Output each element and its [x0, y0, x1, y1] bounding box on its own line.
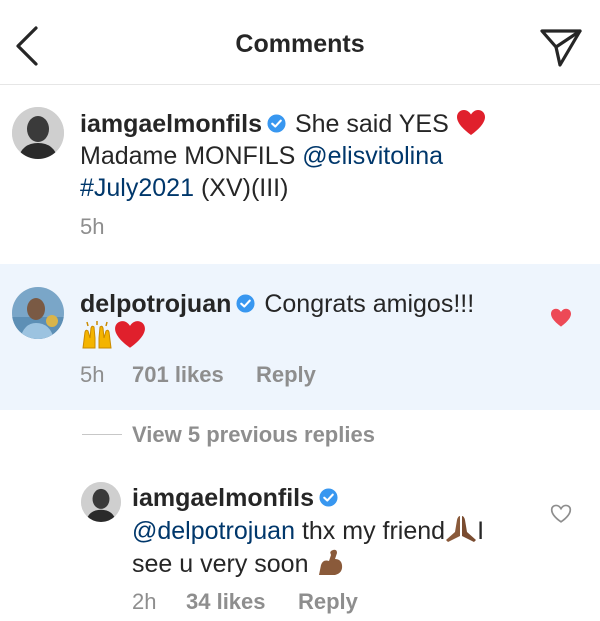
verified-badge-icon	[267, 114, 286, 133]
replies-divider	[82, 434, 122, 435]
comment-body: Congrats amigos!!!	[264, 290, 475, 318]
liked-heart-icon[interactable]	[550, 308, 572, 328]
reply-text-1: thx my friend	[301, 517, 446, 545]
caption-mention[interactable]: @elisvitolina	[302, 142, 443, 170]
caption-text-3: (XV)(III)	[200, 174, 289, 202]
reply-username[interactable]: iamgaelmonfils	[132, 484, 314, 512]
verified-badge-icon	[319, 488, 338, 507]
avatar[interactable]	[81, 482, 121, 522]
flexed-biceps-emoji	[319, 549, 343, 575]
page-title: Comments	[235, 30, 365, 58]
caption-text-2: Madame MONFILS	[80, 142, 296, 170]
folded-hands-emoji	[446, 516, 477, 542]
reply-text-2: I	[477, 517, 485, 545]
caption-text: iamgaelmonfils She said YES Madame MONFI…	[80, 108, 580, 204]
caption-text-1: She said YES	[294, 110, 449, 138]
heart-outline-icon[interactable]	[550, 504, 572, 524]
red-heart-emoji	[115, 321, 145, 348]
comment-username[interactable]: delpotrojuan	[80, 290, 231, 318]
comment-likes[interactable]: 701 likes	[132, 362, 224, 388]
comment-reply-button[interactable]: Reply	[256, 362, 316, 388]
reply-reply-button[interactable]: Reply	[298, 589, 358, 615]
avatar[interactable]	[12, 287, 64, 339]
caption-username[interactable]: iamgaelmonfils	[80, 110, 262, 138]
reply-text: iamgaelmonfils @delpotrojuan thx my frie…	[132, 482, 532, 580]
red-heart-emoji	[456, 110, 485, 135]
comment-time: 5h	[80, 362, 105, 387]
reply-time: 2h	[132, 589, 157, 614]
caption-time: 5h	[80, 214, 105, 239]
comment-text: delpotrojuan Congrats amigos!!!	[80, 288, 540, 353]
verified-badge-icon	[236, 294, 255, 313]
paper-plane-icon[interactable]	[538, 25, 584, 69]
reply-mention[interactable]: @delpotrojuan	[132, 517, 295, 545]
reply-text-3: see u very soon	[132, 550, 309, 578]
avatar[interactable]	[12, 107, 64, 159]
header-bar: Comments	[0, 0, 600, 85]
raised-hands-emoji	[82, 321, 112, 349]
reply-likes[interactable]: 34 likes	[186, 589, 266, 615]
caption-hashtag[interactable]: #July2021	[80, 174, 194, 202]
view-previous-replies-button[interactable]: View 5 previous replies	[132, 422, 375, 448]
